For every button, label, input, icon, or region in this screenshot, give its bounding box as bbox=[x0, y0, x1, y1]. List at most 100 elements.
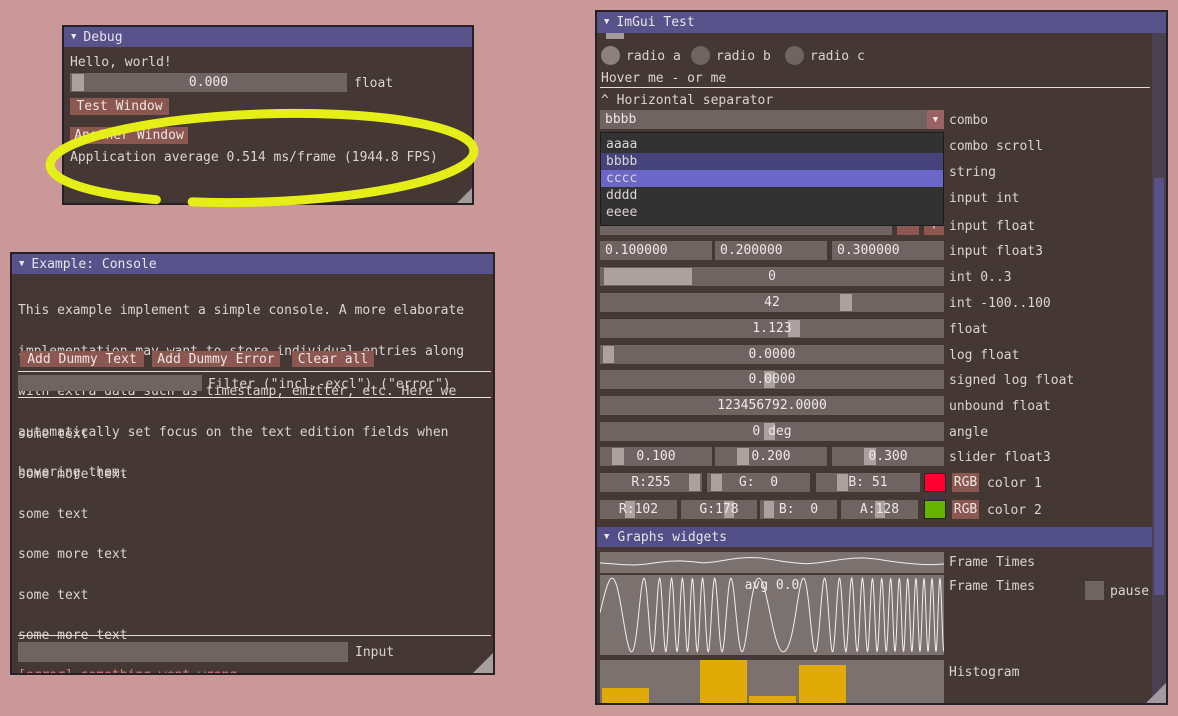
int03-slider[interactable]: 0 bbox=[600, 267, 944, 286]
float-slider-label: float bbox=[354, 76, 393, 91]
console-input[interactable] bbox=[18, 642, 348, 662]
histogram-bar bbox=[602, 688, 649, 703]
imgui-test-window: ▼ ImGui Test radio a radio b radio c Hov… bbox=[595, 10, 1168, 705]
combo-option-aaaa[interactable]: aaaa bbox=[601, 136, 943, 153]
separator bbox=[18, 635, 491, 636]
desktop: { "debug_window": { "title": "Debug", "h… bbox=[0, 0, 1178, 716]
input-float3-z[interactable]: 0.300000 bbox=[832, 241, 944, 260]
collapse-arrow-icon[interactable]: ▼ bbox=[604, 18, 609, 27]
scrollbar-track[interactable] bbox=[1152, 33, 1166, 703]
combo-option-bbbb[interactable]: bbbb bbox=[601, 153, 943, 170]
int100-slider[interactable]: 42 bbox=[600, 293, 944, 312]
graphs-widgets-header[interactable]: ▼ Graphs widgets bbox=[597, 527, 1160, 547]
input-float3-y[interactable]: 0.200000 bbox=[715, 241, 827, 260]
combo-option-dddd[interactable]: dddd bbox=[601, 187, 943, 204]
pause-label: pause bbox=[1110, 584, 1149, 599]
hover-me-text[interactable]: Hover me - or me bbox=[601, 71, 726, 86]
color1-rgb-button[interactable]: RGB bbox=[952, 473, 979, 492]
color2-r-slider[interactable]: R:102 bbox=[600, 500, 677, 519]
slider-float3-z[interactable]: 0.300 bbox=[832, 447, 944, 466]
radio-b-label: radio b bbox=[716, 49, 771, 64]
combo-option-cccc[interactable]: cccc bbox=[601, 170, 943, 187]
combo-scroll-label: combo scroll bbox=[949, 139, 1043, 154]
histogram-bar bbox=[749, 696, 796, 703]
radio-a-button[interactable] bbox=[601, 46, 620, 65]
frame-times-plot-big: avg 0.0 bbox=[600, 575, 944, 655]
separator bbox=[600, 87, 1150, 88]
filter-input[interactable] bbox=[18, 375, 202, 391]
input-float3-x[interactable]: 0.100000 bbox=[600, 241, 712, 260]
combo-box[interactable]: bbbb bbox=[600, 110, 927, 129]
log-line: some text bbox=[18, 428, 253, 441]
another-window-button[interactable]: Another Window bbox=[70, 127, 188, 144]
input-float3-label: input float3 bbox=[949, 244, 1043, 259]
color2-rgb-button[interactable]: RGB bbox=[952, 500, 979, 519]
radio-c-label: radio c bbox=[810, 49, 865, 64]
color2-swatch[interactable] bbox=[924, 500, 946, 519]
collapse-arrow-icon[interactable]: ▼ bbox=[71, 33, 76, 42]
histogram-label: Histogram bbox=[949, 665, 1019, 680]
input-float-label: input float bbox=[949, 219, 1035, 234]
combo-value: bbbb bbox=[600, 110, 927, 129]
int03-label: int 0..3 bbox=[949, 270, 1012, 285]
int100-label: int -100..100 bbox=[949, 296, 1051, 311]
pause-checkbox[interactable] bbox=[1085, 581, 1104, 600]
resize-grip-icon[interactable] bbox=[1146, 683, 1166, 703]
log-line: [error] something went wrong bbox=[18, 669, 253, 675]
test-window-button[interactable]: Test Window bbox=[70, 98, 169, 115]
float-slider2[interactable]: 1.123 bbox=[600, 319, 944, 338]
frame-times-small-label: Frame Times bbox=[949, 555, 1035, 570]
log-line: some more text bbox=[18, 468, 253, 481]
histogram-bar bbox=[700, 660, 747, 703]
color1-r-slider[interactable]: R:255 bbox=[600, 473, 702, 492]
log-float-label: log float bbox=[949, 348, 1019, 363]
separator bbox=[18, 397, 491, 398]
collapse-arrow-icon[interactable]: ▼ bbox=[19, 260, 24, 269]
color1-swatch[interactable] bbox=[924, 473, 946, 492]
filter-label: Filter ("incl,-excl") ("error") bbox=[208, 377, 451, 392]
radio-a-label: radio a bbox=[626, 49, 681, 64]
float2-label: float bbox=[949, 322, 988, 337]
histogram-bar bbox=[799, 665, 846, 703]
scrollbar-thumb[interactable] bbox=[1154, 178, 1164, 595]
angle-label: angle bbox=[949, 425, 988, 440]
radio-b-button[interactable] bbox=[691, 46, 710, 65]
frame-times-big-label: Frame Times bbox=[949, 579, 1035, 594]
input-int-label: input int bbox=[949, 191, 1019, 206]
add-dummy-text-button[interactable]: Add Dummy Text bbox=[20, 351, 144, 367]
combo-label: combo bbox=[949, 113, 988, 128]
color2-a-slider[interactable]: A:128 bbox=[841, 500, 918, 519]
resize-grip-icon[interactable] bbox=[457, 188, 472, 203]
debug-titlebar[interactable]: ▼ Debug bbox=[64, 27, 472, 47]
color2-g-slider[interactable]: G:178 bbox=[681, 500, 757, 519]
string-label: string bbox=[949, 165, 996, 180]
slider-float3-x[interactable]: 0.100 bbox=[600, 447, 712, 466]
histogram-plot bbox=[600, 660, 944, 703]
clear-all-button[interactable]: Clear all bbox=[292, 351, 374, 367]
horizontal-separator-text: ^ Horizontal separator bbox=[601, 93, 773, 108]
log-line: some text bbox=[18, 508, 253, 521]
imgui-titlebar[interactable]: ▼ ImGui Test bbox=[597, 12, 1166, 33]
combo-arrow-icon[interactable]: ▼ bbox=[927, 110, 944, 129]
console-title: Example: Console bbox=[31, 257, 156, 272]
signed-log-slider[interactable]: 0.0000 bbox=[600, 370, 944, 389]
add-dummy-error-button[interactable]: Add Dummy Error bbox=[152, 351, 280, 367]
combo-option-eeee[interactable]: eeee bbox=[601, 204, 943, 221]
radio-c-button[interactable] bbox=[785, 46, 804, 65]
slider-float3-y[interactable]: 0.200 bbox=[715, 447, 827, 466]
debug-title: Debug bbox=[83, 30, 122, 45]
log-float-slider[interactable]: 0.0000 bbox=[600, 345, 944, 364]
unbound-float-drag[interactable]: 123456792.0000 bbox=[600, 396, 944, 415]
console-titlebar[interactable]: ▼ Example: Console bbox=[12, 254, 493, 274]
angle-slider[interactable]: 0 deg bbox=[600, 422, 944, 441]
color1-g-slider[interactable]: G: 0 bbox=[707, 473, 810, 492]
resize-grip-icon[interactable] bbox=[473, 653, 493, 673]
color1-label: color 1 bbox=[987, 476, 1042, 491]
console-window: ▼ Example: Console This example implemen… bbox=[10, 252, 495, 675]
frame-times-plot-small bbox=[600, 552, 944, 573]
combo-dropdown-popup: aaaa bbbb cccc dddd eeee bbox=[600, 132, 944, 226]
color1-b-slider[interactable]: B: 51 bbox=[816, 473, 920, 492]
float-slider[interactable]: 0.000 bbox=[70, 73, 347, 92]
unbound-float-label: unbound float bbox=[949, 399, 1051, 414]
color2-b-slider[interactable]: B: 0 bbox=[760, 500, 837, 519]
